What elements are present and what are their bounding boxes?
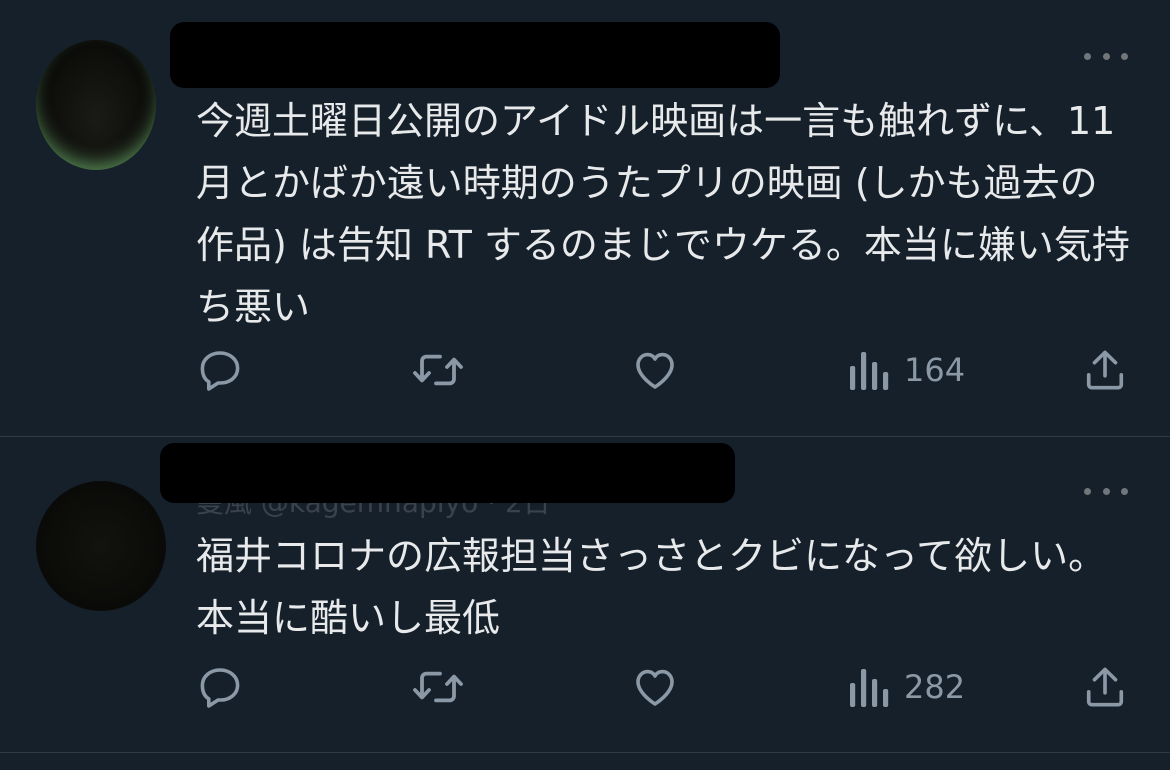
tweet-text: 福井コロナの広報担当さっさとクビになって欲しい。本当に酷いし最低 bbox=[196, 534, 1107, 640]
like-button[interactable] bbox=[630, 344, 680, 396]
views-button[interactable]: 282 bbox=[848, 661, 965, 713]
view-count: 164 bbox=[904, 351, 966, 389]
reply-button[interactable] bbox=[196, 661, 244, 713]
view-count: 282 bbox=[904, 668, 966, 706]
redacted-header bbox=[160, 443, 735, 503]
share-icon bbox=[1086, 350, 1124, 390]
tweet[interactable]: 今週土曜日公開のアイドル映画は一言も触れずに、11月とかばか遠い時期のうたプリの… bbox=[0, 0, 1170, 436]
reply-icon bbox=[200, 668, 240, 708]
retweet-button[interactable] bbox=[410, 661, 466, 713]
reply-button[interactable] bbox=[196, 344, 244, 396]
divider bbox=[0, 752, 1170, 753]
views-button[interactable]: 164 bbox=[848, 344, 965, 396]
retweet-icon bbox=[413, 671, 463, 703]
tweet-text: 今週土曜日公開のアイドル映画は一言も触れずに、11月とかばか遠い時期のうたプリの… bbox=[196, 99, 1130, 329]
more-icon bbox=[1084, 52, 1091, 60]
views-icon bbox=[850, 669, 889, 707]
avatar[interactable] bbox=[36, 40, 156, 170]
tweet[interactable]: 曼風 @kagemnapiyo · 2日 福井コロナの広報担当さっさとクビになっ… bbox=[0, 437, 1170, 753]
more-button[interactable] bbox=[1084, 481, 1128, 501]
share-button[interactable] bbox=[1082, 661, 1128, 713]
views-icon bbox=[850, 352, 889, 390]
retweet-button[interactable] bbox=[410, 344, 466, 396]
redacted-header bbox=[170, 22, 780, 88]
heart-icon bbox=[636, 352, 674, 389]
more-button[interactable] bbox=[1084, 46, 1128, 66]
like-button[interactable] bbox=[630, 661, 680, 713]
avatar[interactable] bbox=[36, 481, 166, 611]
retweet-icon bbox=[413, 354, 463, 386]
heart-icon bbox=[636, 669, 674, 706]
more-icon bbox=[1084, 487, 1091, 495]
tweet-actions: 164 bbox=[0, 344, 1170, 396]
share-button[interactable] bbox=[1082, 344, 1128, 396]
tweet-actions: 282 bbox=[0, 661, 1170, 713]
timeline-feed: 今週土曜日公開のアイドル映画は一言も触れずに、11月とかばか遠い時期のうたプリの… bbox=[0, 0, 1170, 770]
share-icon bbox=[1086, 667, 1124, 707]
reply-icon bbox=[200, 351, 240, 391]
